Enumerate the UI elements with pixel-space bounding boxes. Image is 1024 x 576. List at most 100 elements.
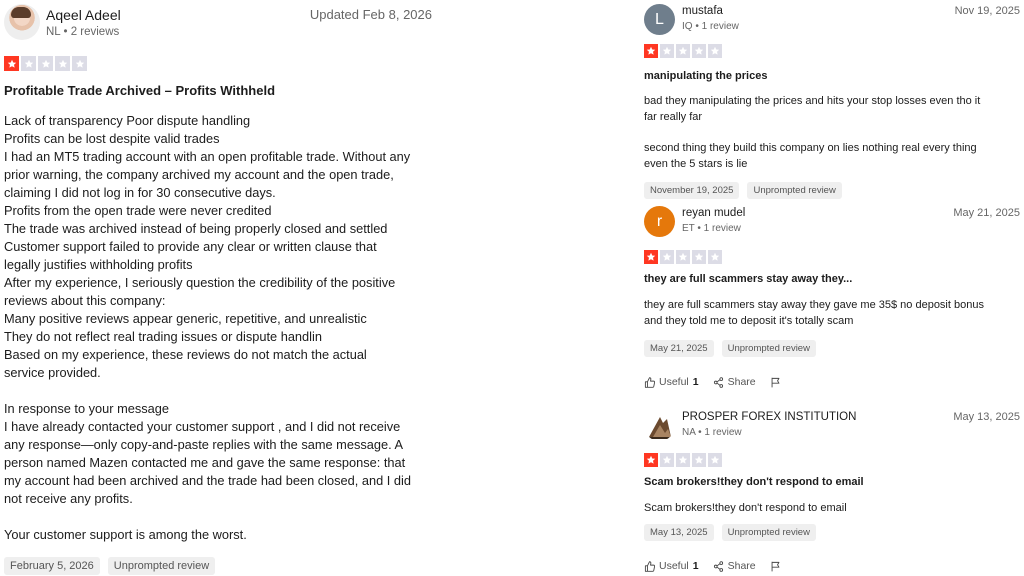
review-body: Lack of transparency Poor dispute handli… — [4, 112, 411, 544]
review-title[interactable]: manipulating the prices — [644, 70, 767, 82]
review-card: L mustafa IQ • 1 review Nov 19, 2025 man… — [644, 4, 1020, 199]
review-body: Scam brokers!they don't respond to email — [644, 500, 847, 516]
experience-date-badge: November 19, 2025 — [644, 182, 740, 199]
review-body-line: far really far — [644, 111, 703, 123]
review-body-line: Many positive reviews appear generic, re… — [4, 311, 367, 326]
review-body-line: Scam brokers!they don't respond to email — [644, 502, 847, 514]
review-body-line — [4, 508, 411, 526]
review-body-line: person named Mazen contacted me and gave… — [4, 455, 406, 470]
review-header: PROSPER FOREX INSTITUTION NA • 1 review … — [644, 410, 1020, 450]
review-date: Updated Feb 8, 2026 — [309, 7, 432, 22]
review-date: Nov 19, 2025 — [954, 5, 1020, 17]
review-tags: February 5, 2026 Unprompted review — [4, 557, 216, 575]
experience-date-badge: May 13, 2025 — [644, 524, 714, 541]
report-button[interactable] — [770, 377, 781, 388]
star-icon — [21, 56, 36, 71]
share-label: Share — [727, 376, 756, 388]
review-date: May 13, 2025 — [953, 411, 1020, 423]
reviewer-name[interactable]: PROSPER FOREX INSTITUTION — [682, 411, 856, 423]
share-button[interactable]: Share — [713, 376, 756, 388]
reviewer-meta: NL • 2 reviews — [46, 26, 120, 38]
share-icon — [713, 560, 723, 572]
star-icon — [708, 44, 722, 58]
useful-count: 1 — [692, 560, 699, 572]
review-body: they are full scammers stay away they ga… — [644, 297, 984, 329]
review-body-line: They do not reflect real trading issues … — [4, 329, 322, 344]
share-button[interactable]: Share — [713, 560, 756, 572]
star-icon — [38, 56, 53, 71]
review-header: L mustafa IQ • 1 review Nov 19, 2025 — [644, 4, 1020, 44]
star-icon — [644, 453, 658, 467]
institution-logo-icon — [647, 416, 672, 439]
review-body-line: I have already contacted your customer s… — [4, 419, 401, 434]
review-body-line: my account had been archived and the tra… — [4, 473, 411, 488]
review-body-line: reviews about this company: — [4, 293, 166, 308]
star-icon — [676, 250, 690, 264]
reviewer-name[interactable]: reyan mudel — [682, 207, 745, 219]
useful-label: Useful — [659, 376, 689, 388]
reviewer-name[interactable]: mustafa — [682, 5, 723, 17]
review-body-line: Lack of transparency Poor dispute handli… — [4, 113, 251, 128]
useful-button[interactable]: Useful 1 — [644, 560, 699, 572]
review-body-line: claiming I did not log in for 30 consecu… — [4, 185, 276, 200]
review-body-line: Profits can be lost despite valid trades — [4, 131, 220, 146]
review-actions: Useful 1 Share — [644, 376, 781, 388]
experience-date-badge: February 5, 2026 — [4, 557, 100, 575]
review-body-line: bad they manipulating the prices and hit… — [644, 95, 981, 107]
review-body-line: Based on my experience, these reviews do… — [4, 347, 367, 362]
star-icon — [660, 250, 674, 264]
useful-count: 1 — [692, 376, 699, 388]
review-date: May 21, 2025 — [953, 207, 1020, 219]
reviewer-name[interactable]: Aqeel Adeel — [46, 7, 121, 23]
review-body-line: any response—only copy-and-paste replies… — [4, 437, 404, 452]
review-body-line: In response to your message — [4, 401, 170, 416]
review-body-line: I had an MT5 trading account with an ope… — [4, 149, 411, 164]
thumbs-up-icon — [644, 560, 655, 572]
star-icon — [644, 44, 658, 58]
star-rating — [644, 453, 722, 467]
share-icon — [713, 376, 723, 388]
review-body-line: and they told me to deposit it's totally… — [644, 315, 854, 327]
review-title[interactable]: they are full scammers stay away they... — [644, 273, 852, 285]
review-tags: November 19, 2025 Unprompted review — [644, 182, 842, 199]
report-button[interactable] — [770, 561, 781, 572]
reviewer-meta: IQ • 1 review — [682, 21, 739, 32]
review-body-line: After my experience, I seriously questio… — [4, 275, 396, 290]
review-body-line: The trade was archived instead of being … — [4, 221, 388, 236]
avatar[interactable]: L — [644, 4, 675, 35]
review-body-line: Customer support failed to provide any c… — [4, 239, 377, 254]
flag-icon — [771, 377, 780, 387]
flag-icon — [771, 561, 780, 571]
avatar[interactable] — [4, 4, 40, 40]
review-title[interactable]: Scam brokers!they don't respond to email — [644, 476, 864, 488]
review-card: Aqeel Adeel NL • 2 reviews Updated Feb 8… — [4, 4, 432, 575]
star-icon — [660, 453, 674, 467]
review-body-line: even the 5 stars is lie — [644, 158, 748, 170]
review-title[interactable]: Profitable Trade Archived – Profits With… — [4, 83, 275, 98]
star-rating — [644, 44, 722, 58]
star-rating — [644, 250, 722, 264]
star-icon — [708, 453, 722, 467]
review-body-line: Your customer support is among the worst… — [4, 527, 247, 542]
review-card: PROSPER FOREX INSTITUTION NA • 1 review … — [644, 410, 1020, 572]
review-tags: May 21, 2025 Unprompted review — [644, 340, 816, 357]
star-icon — [676, 44, 690, 58]
star-icon — [708, 250, 722, 264]
review-actions: Useful 1 Share — [644, 560, 781, 572]
review-body-line: service provided. — [4, 365, 101, 380]
useful-label: Useful — [659, 560, 689, 572]
review-body: second thing they build this company on … — [644, 140, 977, 172]
star-icon — [644, 250, 658, 264]
experience-date-badge: May 21, 2025 — [644, 340, 714, 357]
thumbs-up-icon — [644, 376, 655, 388]
review-body-line: legally justifies withholding profits — [4, 257, 193, 272]
useful-button[interactable]: Useful 1 — [644, 376, 699, 388]
avatar[interactable]: r — [644, 206, 675, 237]
star-icon — [72, 56, 87, 71]
avatar[interactable] — [644, 410, 675, 441]
review-body-line: Profits from the open trade were never c… — [4, 203, 272, 218]
star-rating — [4, 56, 87, 71]
star-icon — [660, 44, 674, 58]
unprompted-badge: Unprompted review — [107, 557, 216, 575]
star-icon — [692, 44, 706, 58]
